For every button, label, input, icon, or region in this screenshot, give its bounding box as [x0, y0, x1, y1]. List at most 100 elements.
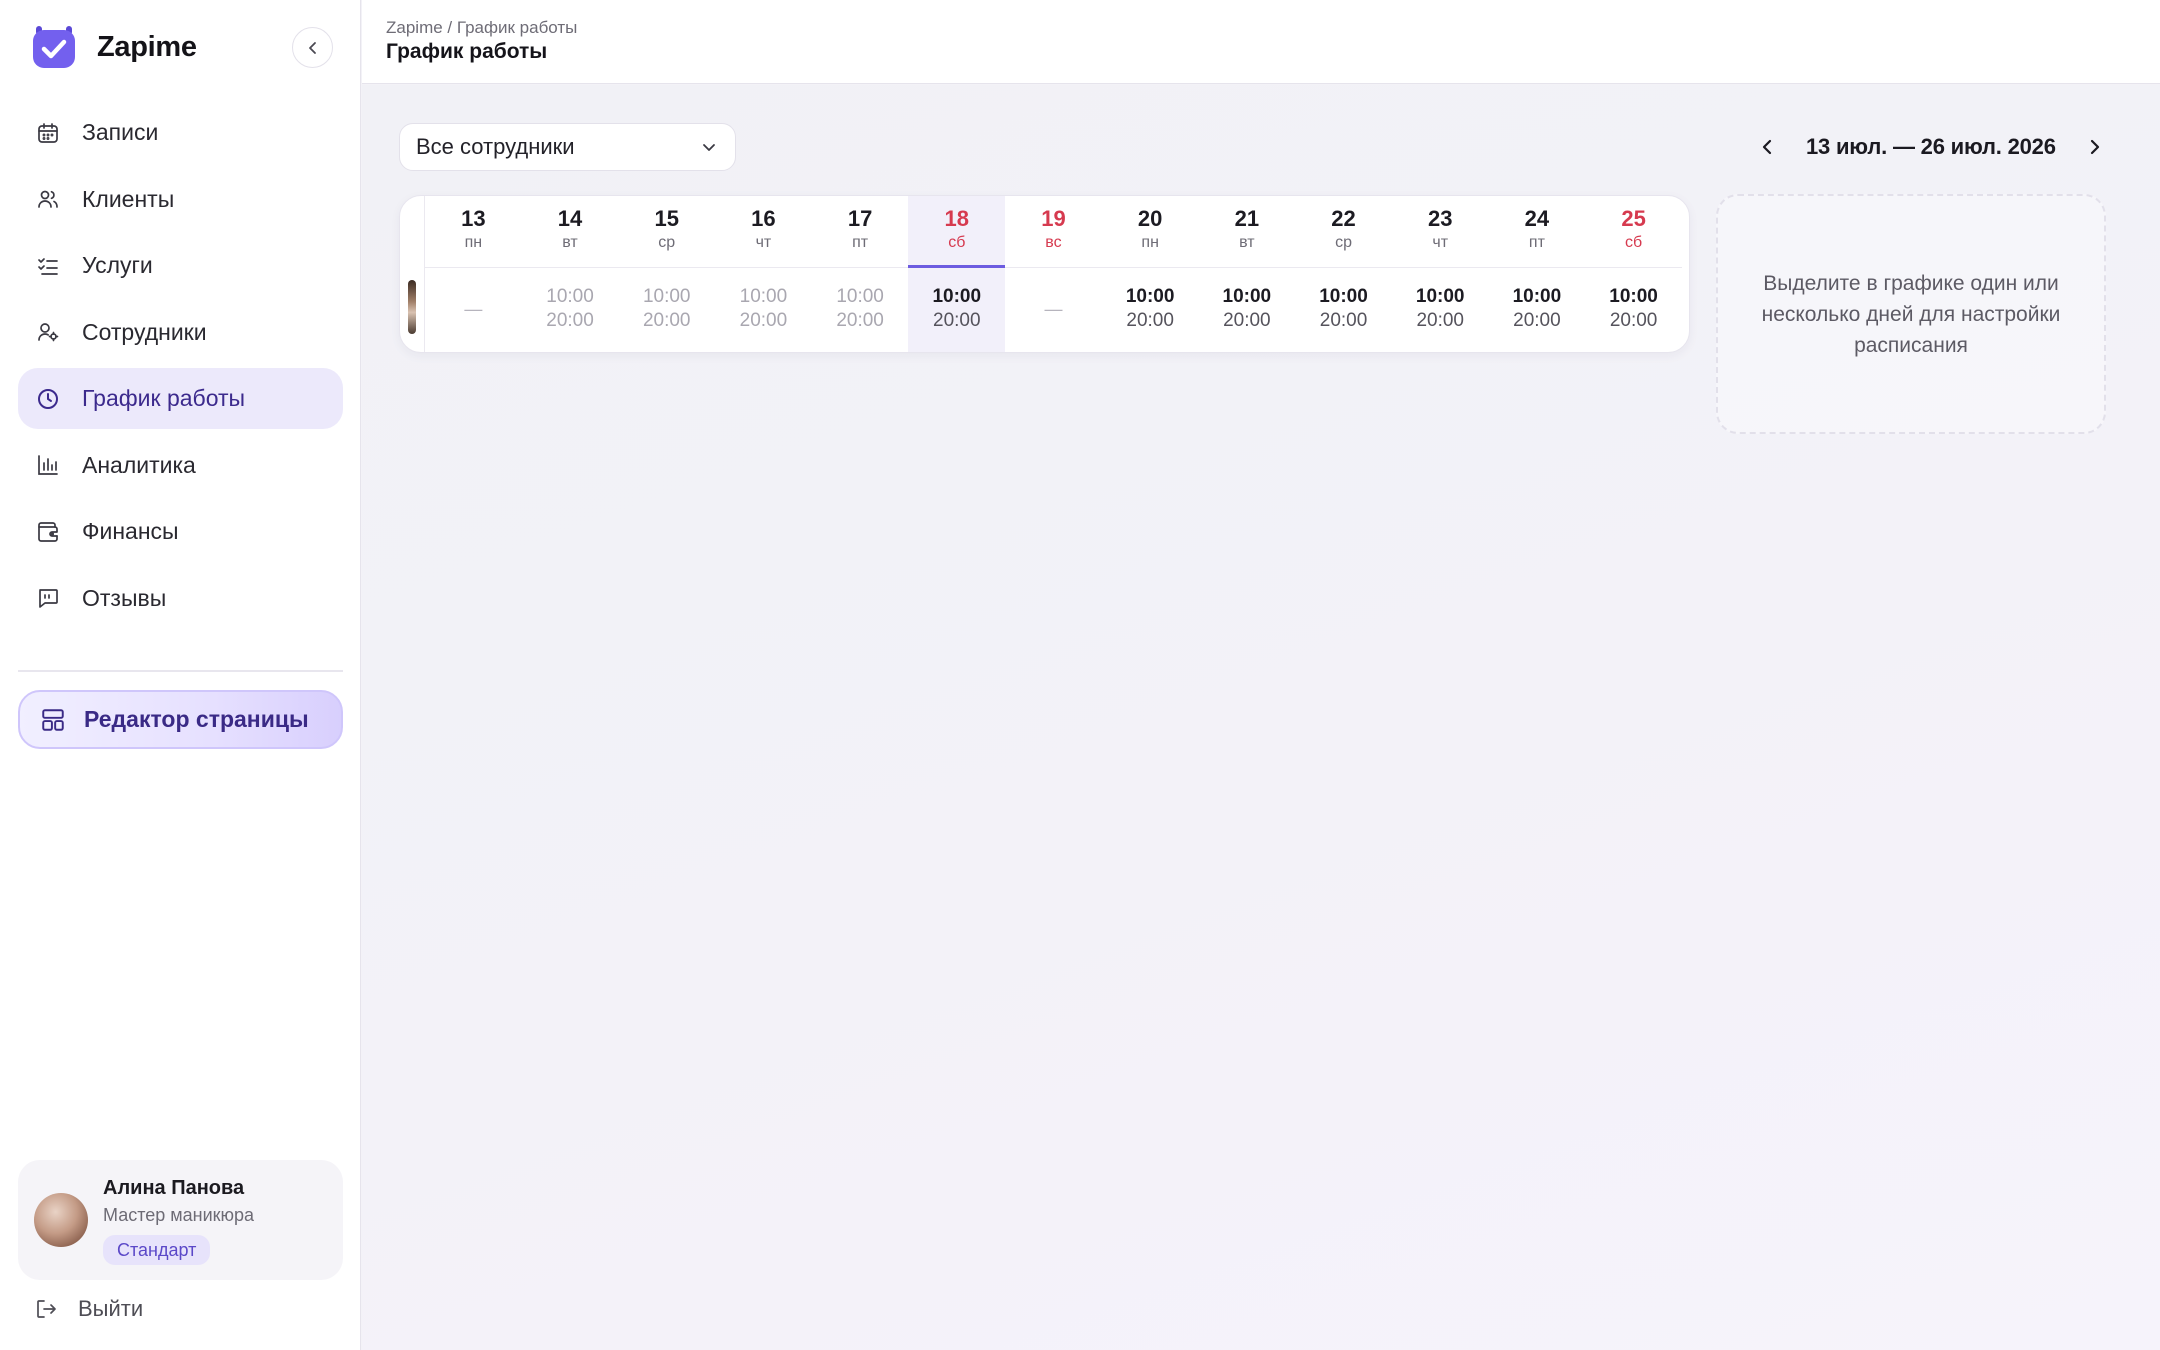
day-column-13[interactable]: 13 пн —	[425, 196, 522, 352]
day-header[interactable]: 20 пн	[1101, 196, 1199, 268]
prev-period-button[interactable]	[1752, 131, 1784, 163]
employee-select[interactable]: Все сотрудники	[399, 123, 736, 171]
sidebar-item-analytics[interactable]: Аналитика	[18, 435, 343, 496]
sidebar-item-finance[interactable]: Финансы	[18, 501, 343, 562]
day-number: 17	[847, 206, 873, 231]
shift-start-time: 10:00	[1609, 286, 1658, 307]
day-number: 20	[1137, 206, 1163, 231]
day-shift-cell[interactable]: —	[1005, 268, 1102, 320]
shift-start-time: 10:00	[546, 286, 594, 307]
sidebar-item-label: Клиенты	[82, 185, 175, 212]
day-shift-cell[interactable]: 10:00 20:00	[1489, 268, 1586, 333]
bar-chart-icon	[34, 451, 62, 479]
shift-start-time: 10:00	[836, 286, 884, 307]
day-of-week: пт	[852, 234, 869, 251]
shift-start-time: 10:00	[642, 286, 691, 307]
day-shift-cell[interactable]: 10:00 20:00	[908, 268, 1005, 333]
day-column-24[interactable]: 24 пт 10:00 20:00	[1488, 196, 1586, 352]
chevron-right-icon	[2090, 139, 2099, 155]
next-period-button[interactable]	[2078, 131, 2110, 163]
day-number: 13	[461, 206, 486, 231]
day-column-23[interactable]: 23 чт 10:00 20:00	[1391, 196, 1489, 352]
day-shift-cell[interactable]: —	[425, 268, 522, 320]
sidebar-item-appointments[interactable]: Записи	[18, 102, 343, 163]
avatar	[34, 1193, 88, 1247]
day-number: 25	[1621, 206, 1646, 231]
day-header[interactable]: 23 чт	[1391, 196, 1489, 268]
shift-end-time: 20:00	[1126, 310, 1174, 331]
day-column-22[interactable]: 22 ср 10:00 20:00	[1295, 196, 1392, 352]
sidebar-item-label: График работы	[82, 385, 246, 411]
sidebar-item-label: Услуги	[82, 252, 153, 278]
schedule-grid: 13 пн — 14 вт 10:00 20:00 15 ср 10:00 20:00 16 чт 10:…	[399, 195, 1690, 353]
day-column-14[interactable]: 14 вт 10:00 20:00	[521, 196, 619, 352]
calendar-icon	[34, 119, 62, 147]
day-header[interactable]: 21 вт	[1198, 196, 1296, 268]
day-header[interactable]: 18 сб	[908, 196, 1006, 268]
day-header[interactable]: 22 ср	[1295, 196, 1392, 268]
day-shift-cell[interactable]: 10:00 20:00	[1199, 268, 1296, 333]
day-header[interactable]: 24 пт	[1488, 196, 1586, 268]
day-column-20[interactable]: 20 пн 10:00 20:00	[1101, 196, 1199, 352]
collapse-sidebar-button[interactable]	[292, 27, 333, 68]
main-content: Все сотрудники 13 июл. — 26 июл. 2026 13…	[362, 85, 2160, 1350]
day-of-week: чт	[755, 234, 772, 251]
day-shift-cell[interactable]: 10:00 20:00	[715, 268, 812, 333]
day-column-25[interactable]: 25 сб 10:00 20:00	[1585, 196, 1682, 352]
day-header[interactable]: 13 пн	[425, 196, 522, 268]
day-of-week: ср	[1335, 234, 1352, 251]
day-header[interactable]: 25 сб	[1585, 196, 1682, 268]
sidebar: Zapime Записи Клиенты Услуги Сотрудники …	[0, 0, 361, 1350]
clock-icon	[34, 385, 62, 413]
employee-avatar[interactable]	[408, 280, 416, 334]
sidebar-item-reviews[interactable]: Отзывы	[18, 568, 343, 629]
sidebar-item-clients[interactable]: Клиенты	[18, 169, 343, 230]
shift-end-time: 20:00	[546, 310, 594, 331]
shift-start-time: 10:00	[932, 286, 982, 307]
day-shift-cell[interactable]: 10:00 20:00	[522, 268, 619, 333]
sidebar-item-services[interactable]: Услуги	[18, 235, 343, 296]
shift-end-time: 20:00	[642, 310, 691, 331]
day-shift-cell[interactable]: 10:00 20:00	[1102, 268, 1199, 333]
chevron-down-icon	[703, 144, 715, 151]
day-number: 16	[751, 206, 776, 231]
day-number: 19	[1041, 206, 1066, 231]
shift-start-time: 10:00	[1319, 286, 1368, 307]
day-off-mark: —	[464, 299, 483, 319]
day-header[interactable]: 17 пт	[811, 196, 909, 268]
wallet-icon	[34, 518, 62, 546]
day-of-week: сб	[948, 234, 966, 251]
sidebar-item-label: Сотрудники	[82, 318, 207, 345]
sidebar-item-label: Записи	[82, 119, 159, 145]
message-quote-icon	[34, 584, 62, 612]
sidebar-nav: Записи Клиенты Услуги Сотрудники График …	[18, 102, 343, 634]
day-column-17[interactable]: 17 пт 10:00 20:00	[811, 196, 909, 352]
day-column-19[interactable]: 19 вс —	[1005, 196, 1102, 352]
logout-button[interactable]: Выйти	[34, 1296, 143, 1322]
day-column-15[interactable]: 15 ср 10:00 20:00	[618, 196, 716, 352]
day-header[interactable]: 19 вс	[1005, 196, 1102, 268]
page-editor-button[interactable]: Редактор страницы	[18, 690, 343, 749]
sidebar-item-staff[interactable]: Сотрудники	[18, 302, 343, 363]
day-header[interactable]: 14 вт	[521, 196, 619, 268]
shift-end-time: 20:00	[1223, 310, 1271, 331]
breadcrumb[interactable]: Zapime / График работы	[386, 18, 577, 38]
user-card[interactable]: Алина Панова Мастер маникюра Стандарт	[18, 1160, 343, 1280]
day-shift-cell[interactable]: 10:00 20:00	[1585, 268, 1682, 333]
chevron-left-icon	[1762, 139, 1772, 155]
day-shift-cell[interactable]: 10:00 20:00	[1295, 268, 1392, 333]
day-column-16[interactable]: 16 чт 10:00 20:00	[715, 196, 812, 352]
day-off-mark: —	[1044, 299, 1063, 319]
sidebar-item-schedule[interactable]: График работы	[18, 368, 343, 429]
day-header[interactable]: 15 ср	[618, 196, 716, 268]
brand[interactable]: Zapime	[31, 24, 197, 70]
day-column-18[interactable]: 18 сб 10:00 20:00	[908, 196, 1006, 352]
day-shift-cell[interactable]: 10:00 20:00	[1392, 268, 1489, 333]
layout-icon	[42, 708, 64, 731]
day-shift-cell[interactable]: 10:00 20:00	[812, 268, 909, 333]
day-column-21[interactable]: 21 вт 10:00 20:00	[1198, 196, 1296, 352]
day-header[interactable]: 16 чт	[715, 196, 812, 268]
day-shift-cell[interactable]: 10:00 20:00	[618, 268, 715, 333]
schedule-hint-panel: Выделите в графике один или несколько дн…	[1716, 194, 2106, 434]
day-number: 15	[654, 206, 679, 231]
